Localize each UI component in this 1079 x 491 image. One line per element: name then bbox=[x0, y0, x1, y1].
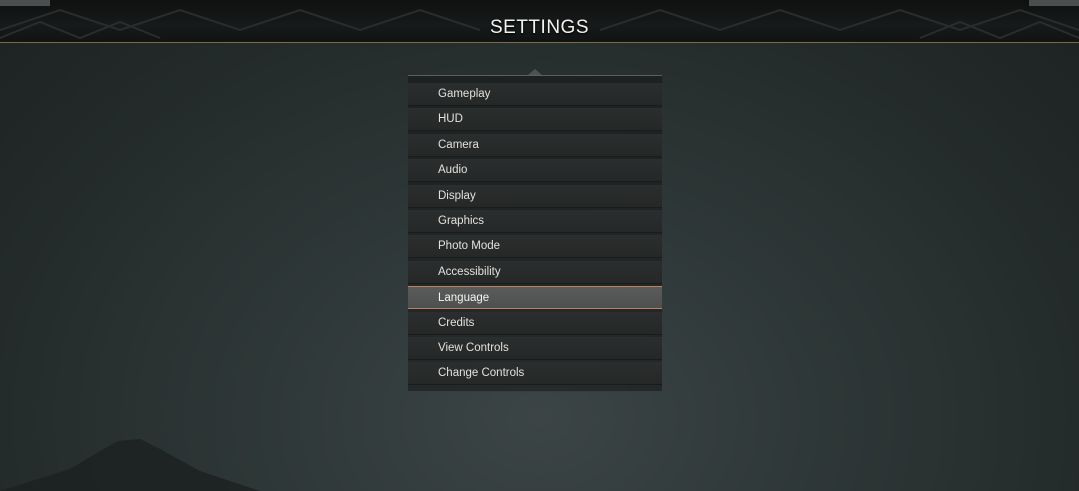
header-bar: SETTINGS bbox=[0, 0, 1079, 43]
background-mountain bbox=[0, 439, 260, 491]
page-title: SETTINGS bbox=[489, 17, 589, 38]
menu-item-change-controls[interactable]: Change Controls bbox=[408, 362, 662, 386]
menu-item-label: Credits bbox=[438, 316, 475, 329]
menu-item-graphics[interactable]: Graphics bbox=[408, 209, 662, 233]
menu-item-gameplay[interactable]: Gameplay bbox=[408, 83, 662, 106]
menu-item-accessibility[interactable]: Accessibility bbox=[408, 260, 662, 284]
menu-item-label: View Controls bbox=[438, 341, 509, 354]
menu-item-label: Gameplay bbox=[438, 88, 491, 100]
menu-item-label: Photo Mode bbox=[438, 240, 501, 253]
menu-item-language[interactable]: Language bbox=[408, 286, 662, 310]
menu-item-label: Camera bbox=[438, 138, 479, 151]
menu-item-label: Graphics bbox=[438, 214, 485, 227]
menu-item-view-controls[interactable]: View Controls bbox=[408, 336, 662, 360]
header-corner-right bbox=[1029, 0, 1079, 6]
settings-menu-list: Gameplay HUD Camera Audio Display Graphi… bbox=[408, 83, 662, 388]
header-corner-left bbox=[0, 0, 50, 6]
menu-item-label: Language bbox=[438, 292, 490, 305]
menu-item-hud[interactable]: HUD bbox=[408, 108, 662, 132]
menu-item-label: Accessibility bbox=[438, 265, 501, 278]
menu-item-credits[interactable]: Credits bbox=[408, 311, 662, 335]
menu-item-label: Audio bbox=[438, 164, 468, 177]
menu-item-camera[interactable]: Camera bbox=[408, 133, 662, 157]
settings-menu-panel: Gameplay HUD Camera Audio Display Graphi… bbox=[408, 75, 662, 392]
menu-item-label: Change Controls bbox=[438, 367, 525, 380]
menu-item-label: HUD bbox=[438, 113, 463, 126]
menu-item-label: Display bbox=[438, 189, 476, 202]
menu-item-display[interactable]: Display bbox=[408, 184, 662, 208]
menu-item-photo-mode[interactable]: Photo Mode bbox=[408, 235, 662, 259]
menu-item-audio[interactable]: Audio bbox=[408, 159, 662, 183]
